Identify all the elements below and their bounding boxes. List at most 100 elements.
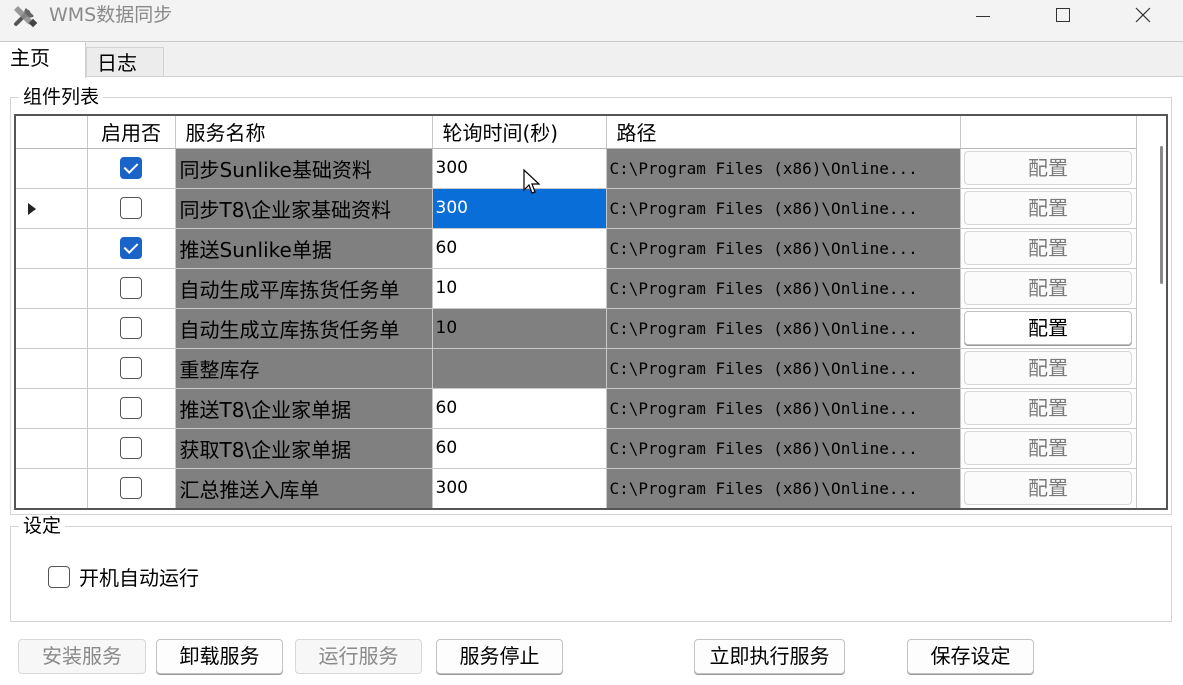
enabled-cell[interactable] [87,268,176,309]
component-grid[interactable]: 启用否 服务名称 轮询时间(秒) 路径 同步Sunlike基础资料 300 C:… [14,114,1168,510]
enabled-checkbox[interactable] [120,357,142,380]
row-header[interactable] [16,388,88,429]
row-header[interactable] [16,308,88,349]
enabled-checkbox[interactable] [120,477,142,500]
enabled-cell[interactable] [87,228,176,269]
maximize-button[interactable] [1028,0,1098,30]
interval-cell[interactable]: 300 [432,188,607,229]
path-cell: C:\Program Files (x86)\Online... [606,428,961,469]
enabled-cell[interactable] [87,188,176,229]
scrollbar-thumb[interactable] [1160,146,1163,284]
service-name-cell: 自动生成立库拣货任务单 [175,308,433,349]
auto-run-checkbox[interactable] [48,565,70,588]
enabled-cell[interactable] [87,348,176,389]
interval-cell[interactable]: 10 [432,268,607,309]
service-name-cell: 同步Sunlike基础资料 [175,148,433,189]
enabled-cell[interactable] [87,388,176,429]
config-button[interactable]: 配置 [964,191,1132,225]
enabled-checkbox[interactable] [120,197,142,220]
mouse-cursor-icon [523,168,541,194]
vertical-scrollbar[interactable] [1146,116,1166,508]
auto-run-label: 开机自动运行 [79,566,199,590]
service-name-cell: 汇总推送入库单 [175,468,433,508]
interval-cell[interactable]: 60 [432,388,607,429]
service-name-cell: 同步T8\企业家基础资料 [175,188,433,229]
config-cell: 配置 [960,388,1137,429]
config-button[interactable]: 配置 [964,311,1132,345]
row-header-corner [16,116,88,149]
row-header[interactable] [16,188,88,229]
config-button[interactable]: 配置 [964,431,1132,465]
config-button[interactable]: 配置 [964,231,1132,265]
table-row[interactable]: 重整库存 C:\Program Files (x86)\Online... 配置 [16,348,1137,389]
path-cell: C:\Program Files (x86)\Online... [606,268,961,309]
path-cell: C:\Program Files (x86)\Online... [606,308,961,349]
enabled-cell[interactable] [87,468,176,508]
column-header-enabled[interactable]: 启用否 [87,116,176,149]
config-button[interactable]: 配置 [964,151,1132,185]
enabled-checkbox[interactable] [120,397,142,420]
enabled-cell[interactable] [87,148,176,189]
stop-service-button[interactable]: 服务停止 [436,639,563,674]
row-header[interactable] [16,268,88,309]
table-row[interactable]: 自动生成立库拣货任务单 10 C:\Program Files (x86)\On… [16,308,1137,349]
column-header-interval[interactable]: 轮询时间(秒) [432,116,607,149]
enabled-cell[interactable] [87,308,176,349]
config-button[interactable]: 配置 [964,471,1132,505]
column-header-path[interactable]: 路径 [606,116,961,149]
minimize-icon [976,15,990,17]
table-row[interactable]: 汇总推送入库单 300 C:\Program Files (x86)\Onlin… [16,468,1137,508]
row-header[interactable] [16,428,88,469]
config-cell: 配置 [960,148,1137,189]
enabled-checkbox[interactable] [120,157,142,180]
row-header[interactable] [16,468,88,508]
enabled-checkbox[interactable] [120,277,142,300]
install-service-button[interactable]: 安装服务 [18,639,146,674]
config-cell: 配置 [960,308,1137,349]
enabled-checkbox[interactable] [120,237,142,260]
config-button[interactable]: 配置 [964,351,1132,385]
group-title: 设定 [19,515,66,537]
table-row[interactable]: 推送T8\企业家单据 60 C:\Program Files (x86)\Onl… [16,388,1137,429]
table-row[interactable]: 同步Sunlike基础资料 300 C:\Program Files (x86)… [16,148,1137,189]
enabled-checkbox[interactable] [120,437,142,460]
interval-cell[interactable]: 300 [432,148,607,189]
row-header[interactable] [16,348,88,389]
column-header-name[interactable]: 服务名称 [175,116,433,149]
config-cell: 配置 [960,468,1137,508]
run-service-button[interactable]: 运行服务 [295,639,422,674]
config-button[interactable]: 配置 [964,271,1132,305]
path-cell: C:\Program Files (x86)\Online... [606,228,961,269]
row-header[interactable] [16,148,88,189]
table-row[interactable]: 获取T8\企业家单据 60 C:\Program Files (x86)\Onl… [16,428,1137,469]
minimize-button[interactable] [948,0,1018,30]
row-header[interactable] [16,228,88,269]
path-cell: C:\Program Files (x86)\Online... [606,148,961,189]
interval-cell[interactable]: 60 [432,428,607,469]
interval-cell[interactable]: 10 [432,308,607,349]
group-title: 组件列表 [19,86,104,108]
table-row[interactable]: 推送Sunlike单据 60 C:\Program Files (x86)\On… [16,228,1137,269]
uninstall-service-button[interactable]: 卸载服务 [156,639,283,674]
column-header-action [960,116,1137,149]
tab-main[interactable]: 主页 [0,42,86,78]
path-cell: C:\Program Files (x86)\Online... [606,188,961,229]
close-icon [1135,7,1151,23]
enabled-checkbox[interactable] [120,317,142,340]
table-row[interactable]: 同步T8\企业家基础资料 300 C:\Program Files (x86)\… [16,188,1137,229]
table-row[interactable]: 自动生成平库拣货任务单 10 C:\Program Files (x86)\On… [16,268,1137,309]
save-settings-button[interactable]: 保存设定 [907,639,1034,674]
interval-cell[interactable] [432,348,607,389]
interval-cell[interactable]: 300 [432,468,607,508]
tab-log[interactable]: 日志 [86,47,164,77]
window-title: WMS数据同步 [49,4,173,26]
auto-run-option[interactable]: 开机自动运行 [48,562,199,591]
tab-bar: 主页 日志 [0,42,1183,78]
enabled-cell[interactable] [87,428,176,469]
config-cell: 配置 [960,428,1137,469]
config-button[interactable]: 配置 [964,391,1132,425]
interval-cell[interactable]: 60 [432,228,607,269]
service-name-cell: 自动生成平库拣货任务单 [175,268,433,309]
run-now-button[interactable]: 立即执行服务 [694,639,845,674]
close-button[interactable] [1108,0,1178,30]
